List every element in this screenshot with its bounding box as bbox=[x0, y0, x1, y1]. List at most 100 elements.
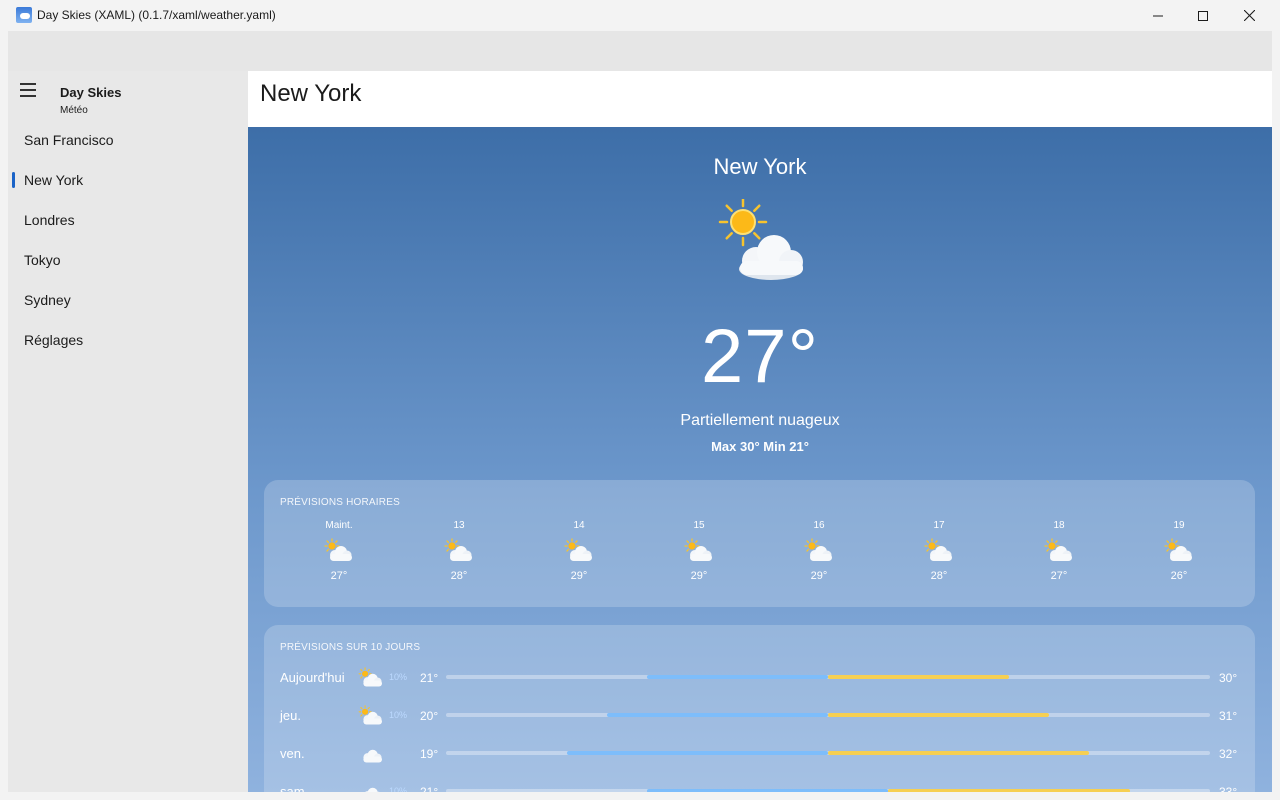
hourly-item: 17 28° bbox=[879, 520, 999, 582]
temperature-range-cold bbox=[606, 713, 828, 717]
hour-label: 14 bbox=[573, 520, 585, 531]
daily-forecast-card: PRÉVISIONS SUR 10 JOURS Aujourd'hui 10% 21… bbox=[264, 625, 1255, 792]
hour-temperature: 28° bbox=[930, 570, 948, 582]
hourly-item: 16 29° bbox=[759, 520, 879, 582]
day-name: ven. bbox=[280, 746, 305, 761]
sidebar-item-san-francisco[interactable]: San Francisco bbox=[8, 120, 248, 160]
menu-icon[interactable] bbox=[20, 83, 36, 97]
daily-forecast-row[interactable]: jeu. 10% 20° 31° bbox=[280, 699, 1240, 737]
cloud-icon bbox=[363, 749, 382, 763]
minimize-button[interactable] bbox=[1135, 0, 1181, 31]
top-strip bbox=[8, 31, 1272, 71]
partly-cloudy-icon bbox=[358, 667, 382, 687]
daily-forecast-title: PRÉVISIONS SUR 10 JOURS bbox=[280, 642, 421, 653]
partly-cloudy-icon bbox=[718, 199, 803, 280]
hour-label: 15 bbox=[693, 520, 705, 531]
hour-temperature: 29° bbox=[570, 570, 588, 582]
partly-cloudy-icon bbox=[444, 538, 472, 561]
hourly-item: 15 29° bbox=[639, 520, 759, 582]
day-min-temperature: 21° bbox=[420, 671, 439, 685]
sidebar: Day Skies Météo San Francisco New York L… bbox=[8, 71, 248, 792]
weather-panel[interactable]: New York 27° Partiellement nuageux Max 3… bbox=[248, 127, 1272, 792]
sidebar-item-sydney[interactable]: Sydney bbox=[8, 280, 248, 320]
temperature-range-cold bbox=[566, 751, 828, 755]
day-min-temperature: 20° bbox=[420, 709, 439, 723]
temperature-range-cold bbox=[647, 789, 889, 792]
app-icon bbox=[16, 7, 32, 23]
day-min-temperature: 21° bbox=[420, 785, 439, 792]
day-name: sam. bbox=[280, 784, 309, 792]
hour-temperature: 28° bbox=[450, 570, 468, 582]
temperature-range-bar bbox=[446, 789, 1210, 792]
temperature-range-bar bbox=[446, 675, 1210, 679]
hourly-forecast-card: PRÉVISIONS HORAIRES Maint. 27° 13 28° 14 29° 1… bbox=[264, 480, 1255, 607]
temperature-range-warm bbox=[828, 713, 1050, 717]
hour-temperature: 26° bbox=[1170, 570, 1188, 582]
main-content: New York New York 27° Partiellement nuag… bbox=[248, 71, 1272, 792]
temperature-range-bar bbox=[446, 751, 1210, 755]
temperature-range-cold bbox=[647, 675, 828, 679]
cloud-icon bbox=[365, 787, 380, 792]
close-button[interactable] bbox=[1226, 0, 1272, 31]
temperature-range-warm bbox=[828, 675, 1009, 679]
temperature-range-warm bbox=[828, 751, 1090, 755]
hourly-item: 14 29° bbox=[519, 520, 639, 582]
hour-label: Maint. bbox=[325, 520, 353, 531]
current-temperature: 27° bbox=[701, 314, 819, 399]
partly-cloudy-icon bbox=[564, 538, 592, 561]
app-name: Day Skies bbox=[60, 85, 122, 100]
daily-forecast-row[interactable]: ven. 19° 32° bbox=[280, 737, 1240, 775]
hourly-item: 13 28° bbox=[399, 520, 519, 582]
partly-cloudy-icon bbox=[324, 538, 352, 561]
sidebar-item-londres[interactable]: Londres bbox=[8, 200, 248, 240]
page-header: New York bbox=[248, 71, 1272, 127]
hourly-forecast-list: Maint. 27° 13 28° 14 29° 15 29° 16 29° 17 28° 18 27° 1… bbox=[279, 520, 1239, 590]
hourly-item: Maint. 27° bbox=[279, 520, 399, 582]
day-name: Aujourd'hui bbox=[280, 670, 345, 685]
hour-temperature: 27° bbox=[330, 570, 348, 582]
app-subtitle: Météo bbox=[60, 105, 88, 116]
close-icon bbox=[1243, 10, 1255, 21]
sidebar-item-reglages[interactable]: Réglages bbox=[8, 320, 248, 360]
hour-label: 19 bbox=[1173, 520, 1185, 531]
hour-label: 17 bbox=[933, 520, 945, 531]
precipitation-chance: 10% bbox=[389, 786, 408, 792]
maximize-icon bbox=[1198, 10, 1208, 21]
day-max-temperature: 31° bbox=[1219, 709, 1238, 723]
hour-label: 16 bbox=[813, 520, 825, 531]
hour-temperature: 29° bbox=[810, 570, 828, 582]
hourly-item: 18 27° bbox=[999, 520, 1119, 582]
hour-temperature: 27° bbox=[1050, 570, 1068, 582]
current-condition: Partiellement nuageux bbox=[680, 412, 840, 429]
page-title: New York bbox=[260, 80, 362, 107]
high-low-temperature: Max 30° Min 21° bbox=[711, 439, 809, 454]
hour-label: 18 bbox=[1053, 520, 1065, 531]
precipitation-chance: 10% bbox=[389, 672, 408, 682]
sidebar-item-tokyo[interactable]: Tokyo bbox=[8, 240, 248, 280]
day-max-temperature: 33° bbox=[1219, 785, 1238, 792]
partly-cloudy-icon bbox=[1164, 538, 1192, 561]
day-name: jeu. bbox=[280, 708, 301, 723]
day-max-temperature: 30° bbox=[1219, 671, 1238, 685]
day-max-temperature: 32° bbox=[1219, 747, 1238, 761]
daily-forecast-row[interactable]: sam. 10% 21° 33° bbox=[280, 775, 1240, 792]
current-city: New York bbox=[713, 154, 807, 179]
precipitation-chance: 10% bbox=[389, 710, 408, 720]
partly-cloudy-icon bbox=[804, 538, 832, 561]
sidebar-item-new-york[interactable]: New York bbox=[8, 160, 248, 200]
hour-temperature: 29° bbox=[690, 570, 708, 582]
temperature-range-bar bbox=[446, 713, 1210, 717]
nav-list: San Francisco New York Londres Tokyo Syd… bbox=[8, 120, 248, 360]
hourly-item: 19 26° bbox=[1119, 520, 1239, 582]
temperature-range-warm bbox=[888, 789, 1130, 792]
window-title: Day Skies (XAML) (0.1.7/xaml/weather.yam… bbox=[37, 8, 276, 22]
maximize-button[interactable] bbox=[1180, 0, 1226, 31]
partly-cloudy-icon bbox=[684, 538, 712, 561]
title-bar: Day Skies (XAML) (0.1.7/xaml/weather.yam… bbox=[0, 0, 1280, 31]
hourly-forecast-title: PRÉVISIONS HORAIRES bbox=[280, 497, 400, 508]
partly-cloudy-icon bbox=[358, 705, 382, 725]
daily-forecast-row[interactable]: Aujourd'hui 10% 21° 30° bbox=[280, 661, 1240, 699]
minimize-icon bbox=[1153, 15, 1163, 16]
day-min-temperature: 19° bbox=[420, 747, 439, 761]
partly-cloudy-icon bbox=[1044, 538, 1072, 561]
